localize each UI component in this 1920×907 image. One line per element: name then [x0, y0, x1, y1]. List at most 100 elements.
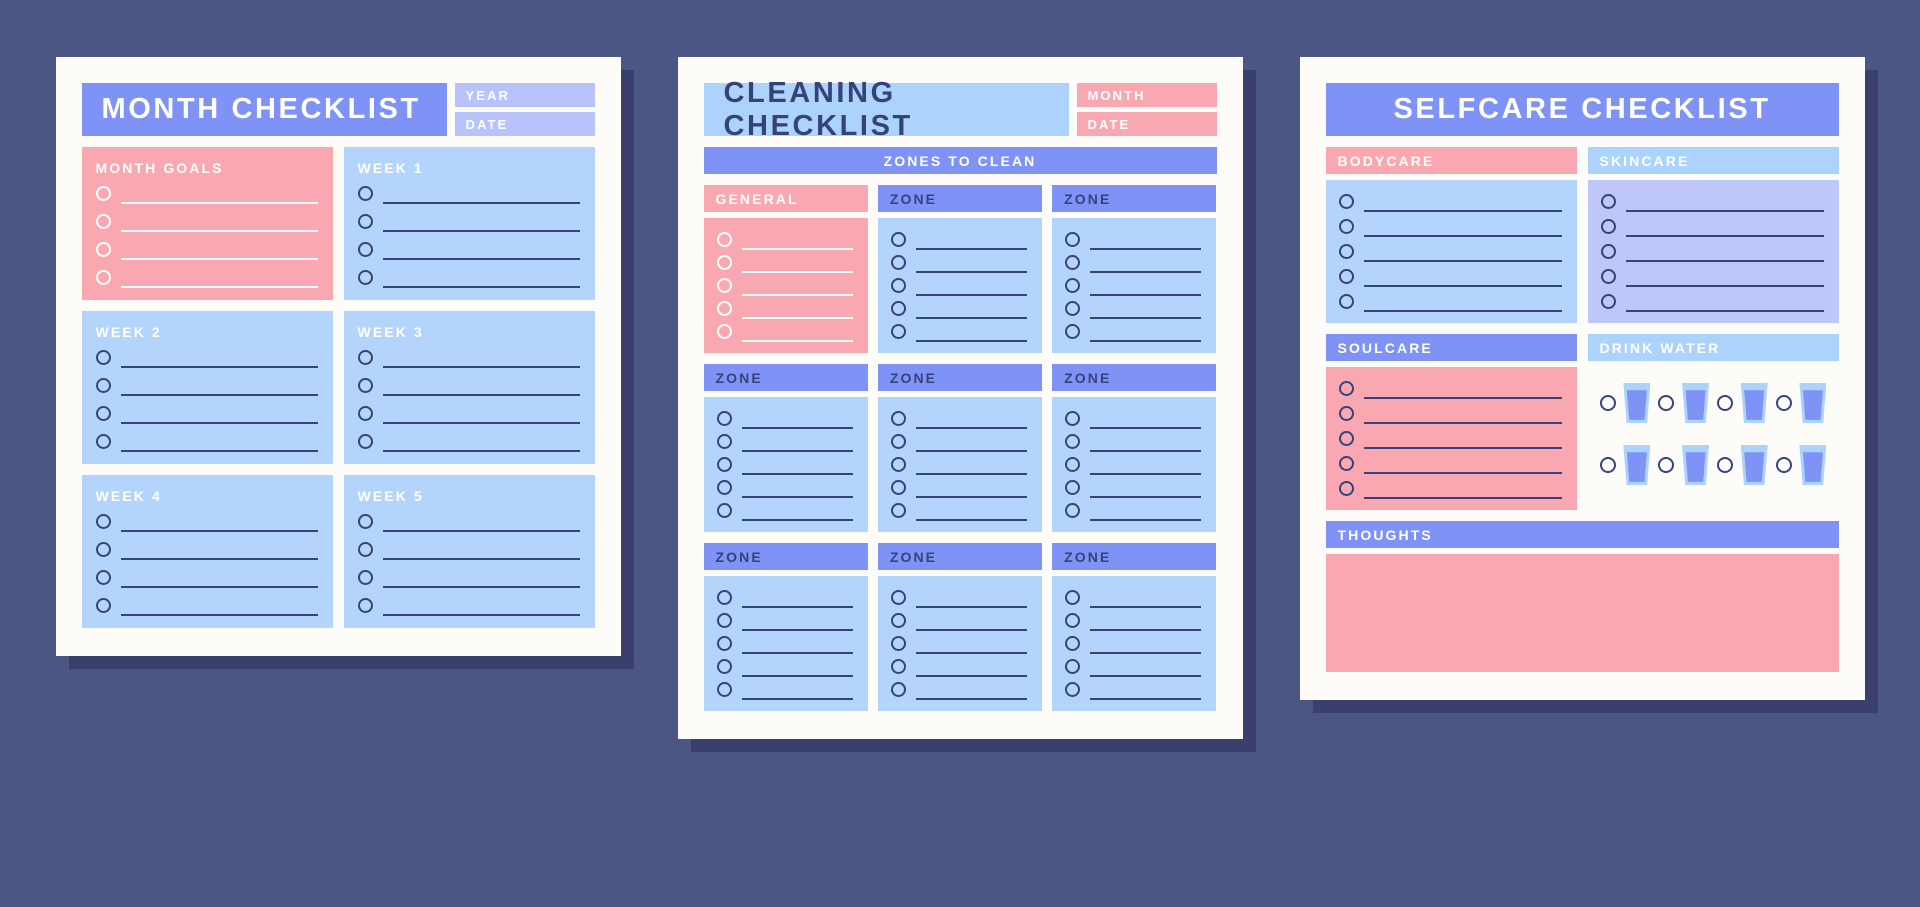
circle-checkbox-icon[interactable] — [1065, 636, 1081, 651]
circle-checkbox-icon[interactable] — [1338, 219, 1354, 234]
circle-checkbox-icon[interactable] — [1065, 480, 1081, 495]
write-line-icon[interactable] — [915, 605, 1028, 608]
water-glass-icon[interactable] — [1799, 383, 1827, 423]
write-line-icon[interactable] — [1363, 284, 1562, 287]
circle-checkbox-icon[interactable] — [1065, 278, 1081, 293]
write-line-icon[interactable] — [120, 421, 318, 424]
write-line-icon[interactable] — [1090, 247, 1202, 250]
circle-checkbox-icon[interactable] — [357, 598, 373, 613]
checklist-row[interactable] — [716, 255, 853, 273]
circle-checkbox-icon[interactable] — [1065, 411, 1081, 426]
write-line-icon[interactable] — [382, 229, 580, 232]
write-line-icon[interactable] — [120, 201, 318, 204]
thoughts-textarea[interactable] — [1325, 554, 1839, 672]
checklist-row[interactable] — [1065, 232, 1202, 250]
write-line-icon[interactable] — [915, 697, 1028, 700]
checklist-row[interactable] — [890, 232, 1028, 250]
checklist-row[interactable] — [95, 350, 318, 368]
write-line-icon[interactable] — [1090, 628, 1202, 631]
write-line-icon[interactable] — [1090, 449, 1202, 452]
checklist-row[interactable] — [95, 406, 318, 424]
circle-checkbox-icon[interactable] — [1065, 613, 1081, 628]
write-line-icon[interactable] — [1090, 270, 1202, 273]
checklist-row[interactable] — [716, 636, 853, 654]
checklist-row[interactable] — [890, 301, 1028, 319]
checklist-row[interactable] — [1338, 269, 1562, 287]
write-line-icon[interactable] — [1625, 284, 1824, 287]
write-line-icon[interactable] — [120, 529, 318, 532]
circle-checkbox-icon[interactable] — [890, 324, 906, 339]
write-line-icon[interactable] — [1363, 446, 1562, 449]
circle-checkbox-icon[interactable] — [716, 636, 732, 651]
circle-checkbox-icon[interactable] — [1338, 381, 1354, 396]
circle-checkbox-icon[interactable] — [1600, 194, 1616, 209]
checklist-row[interactable] — [95, 242, 318, 260]
circle-checkbox-icon[interactable] — [1600, 244, 1616, 259]
circle-checkbox-icon[interactable] — [1065, 590, 1081, 605]
write-line-icon[interactable] — [741, 472, 853, 475]
checklist-row[interactable] — [1065, 278, 1202, 296]
circle-checkbox-icon[interactable] — [1338, 481, 1354, 496]
write-line-icon[interactable] — [1625, 209, 1824, 212]
circle-checkbox-icon[interactable] — [95, 434, 111, 449]
circle-checkbox-icon[interactable] — [716, 682, 732, 697]
checklist-row[interactable] — [1065, 636, 1202, 654]
circle-checkbox-icon[interactable] — [95, 214, 111, 229]
circle-checkbox-icon[interactable] — [95, 598, 111, 613]
checklist-row[interactable] — [357, 542, 580, 560]
checklist-row[interactable] — [1338, 219, 1562, 237]
circle-checkbox-icon[interactable] — [357, 542, 373, 557]
checklist-row[interactable] — [716, 411, 853, 429]
circle-checkbox-icon[interactable] — [1338, 244, 1354, 259]
write-line-icon[interactable] — [1363, 259, 1562, 262]
checklist-row[interactable] — [357, 242, 580, 260]
checklist-row[interactable] — [1338, 406, 1562, 424]
circle-checkbox-icon[interactable] — [357, 514, 373, 529]
write-line-icon[interactable] — [1363, 209, 1562, 212]
checklist-row[interactable] — [357, 270, 580, 288]
write-line-icon[interactable] — [1090, 697, 1202, 700]
circle-checkbox-icon[interactable] — [95, 542, 111, 557]
write-line-icon[interactable] — [382, 201, 580, 204]
circle-checkbox-icon[interactable] — [1338, 431, 1354, 446]
circle-checkbox-icon[interactable] — [1600, 294, 1616, 309]
circle-checkbox-icon[interactable] — [716, 590, 732, 605]
circle-checkbox-icon[interactable] — [95, 242, 111, 257]
write-line-icon[interactable] — [741, 518, 853, 521]
write-line-icon[interactable] — [741, 270, 853, 273]
write-line-icon[interactable] — [1363, 309, 1562, 312]
circle-checkbox-icon[interactable] — [1599, 395, 1616, 411]
month-field[interactable]: MONTH — [1076, 83, 1217, 107]
circle-checkbox-icon[interactable] — [890, 480, 906, 495]
circle-checkbox-icon[interactable] — [890, 636, 906, 651]
checklist-row[interactable] — [716, 659, 853, 677]
checklist-row[interactable] — [890, 457, 1028, 475]
circle-checkbox-icon[interactable] — [890, 682, 906, 697]
checklist-row[interactable] — [890, 411, 1028, 429]
checklist-row[interactable] — [890, 682, 1028, 700]
checklist-row[interactable] — [1600, 244, 1824, 262]
circle-checkbox-icon[interactable] — [890, 411, 906, 426]
checklist-row[interactable] — [95, 378, 318, 396]
circle-checkbox-icon[interactable] — [716, 278, 732, 293]
circle-checkbox-icon[interactable] — [357, 406, 373, 421]
checklist-row[interactable] — [357, 514, 580, 532]
write-line-icon[interactable] — [915, 339, 1028, 342]
write-line-icon[interactable] — [120, 449, 318, 452]
circle-checkbox-icon[interactable] — [716, 411, 732, 426]
circle-checkbox-icon[interactable] — [1065, 434, 1081, 449]
write-line-icon[interactable] — [741, 449, 853, 452]
checklist-row[interactable] — [716, 480, 853, 498]
water-glass-icon[interactable] — [1740, 445, 1768, 485]
checklist-row[interactable] — [716, 232, 853, 250]
circle-checkbox-icon[interactable] — [890, 301, 906, 316]
circle-checkbox-icon[interactable] — [357, 242, 373, 257]
circle-checkbox-icon[interactable] — [716, 503, 732, 518]
checklist-row[interactable] — [95, 270, 318, 288]
circle-checkbox-icon[interactable] — [1658, 395, 1675, 411]
checklist-row[interactable] — [716, 613, 853, 631]
write-line-icon[interactable] — [915, 449, 1028, 452]
checklist-row[interactable] — [357, 350, 580, 368]
circle-checkbox-icon[interactable] — [1065, 301, 1081, 316]
water-glass-icon[interactable] — [1740, 383, 1768, 423]
